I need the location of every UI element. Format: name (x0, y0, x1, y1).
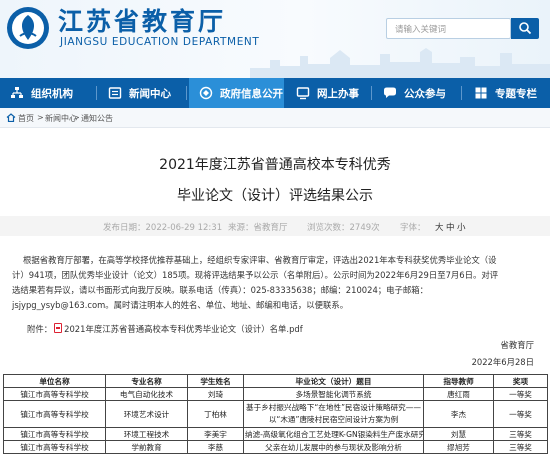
special-topic-icon (475, 87, 487, 99)
font-size-label: 字体： (400, 223, 426, 233)
font-size-small-button[interactable]: 小 (457, 221, 466, 233)
breadcrumb-separator: > (73, 113, 80, 122)
cell-award: 三等奖 (493, 427, 548, 441)
nav-label: 专题专栏 (495, 88, 537, 100)
table-row: 镇江市高等专科学校 环境工程技术 李美宇 纳滤-高级氧化组合工艺处理K-GN银染… (3, 427, 548, 441)
cell-advisor: 李杰 (423, 400, 494, 428)
breadcrumb: 首页 > 新闻中心 > 通知公告 (0, 108, 550, 128)
nav-item-special-topic[interactable]: 专题专栏 (464, 78, 550, 108)
cell-award: 三等奖 (493, 440, 548, 454)
paragraph-line: 选结果若有异议，请以书面形式向我厅反映。联系电话（传真）：025-8333563… (12, 285, 429, 295)
cell-thesis-title: 基于乡村振兴战略下“在地性”民宿设计策略研究——以“木通”唐陵村民宿空间设计方案… (243, 400, 424, 428)
cell-major: 环境艺术设计 (105, 400, 188, 428)
signature-date: 2022年6月28日 (471, 357, 534, 367)
main-nav: 组织机构 新闻中心 政府信息公开 网上办事 公众参与 专题专栏 (0, 78, 550, 108)
column-header: 指导教师 (423, 374, 494, 388)
cell-award: 一等奖 (493, 387, 548, 401)
info-disclosure-icon (199, 86, 213, 100)
cell-major: 电气自动化技术 (105, 387, 188, 401)
news-icon (108, 87, 122, 99)
site-title: 江苏省教育厅 (58, 7, 227, 36)
article-title-line2: 毕业论文（设计）评选结果公示 (177, 188, 373, 204)
article-meta-bar: 发布日期：2022-06-29 12:31 来源：省教育厅 浏览次数：2749次… (0, 216, 550, 236)
paragraph-line: 根据省教育厅部署，在高等学校择优推荐基础上，经组织专家评审、省教育厅审定，评选出… (23, 255, 497, 265)
breadcrumb-home-link[interactable]: 首页 (18, 113, 34, 124)
nav-item-news[interactable]: 新闻中心 (98, 78, 182, 108)
font-size-medium-button[interactable]: 中 (446, 221, 455, 233)
online-service-icon (296, 87, 310, 100)
nav-item-online-service[interactable]: 网上办事 (286, 78, 364, 108)
cell-unit: 镇江市高等专科学校 (3, 440, 106, 454)
column-header: 学生姓名 (187, 374, 244, 388)
nav-item-org[interactable]: 组织机构 (0, 78, 92, 108)
column-header: 单位名称 (3, 374, 106, 388)
breadcrumb-notice-link[interactable]: 通知公告 (81, 113, 113, 124)
search-input[interactable]: 请输入关键词 (386, 18, 511, 39)
search-icon (519, 22, 532, 35)
nav-item-public-participation[interactable]: 公众参与 (373, 78, 455, 108)
table-row: 镇江市高等专科学校 环境艺术设计 丁柏林 基于乡村振兴战略下“在地性”民宿设计策… (3, 400, 548, 428)
org-structure-icon (11, 87, 23, 98)
cell-major: 学前教育 (105, 440, 188, 454)
paragraph-line: jsjypg_ysyb@163.com。属时请注明本人的姓名、单位、地址、邮编和… (12, 300, 349, 310)
nav-divider (461, 86, 462, 100)
signature: 省教育厅 (500, 340, 535, 350)
publish-date: 发布日期：2022-06-29 12:31 (103, 223, 223, 233)
cell-unit: 镇江市高等专科学校 (3, 387, 106, 401)
emblem-logo-icon (7, 7, 49, 49)
results-table: 单位名称 专业名称 学生姓名 毕业论文（设计）题目 指导教师 奖项 镇江市高等专… (3, 374, 548, 454)
nav-divider (186, 86, 187, 100)
font-size-large-button[interactable]: 大 (435, 221, 444, 233)
column-header: 毕业论文（设计）题目 (243, 374, 424, 388)
pdf-file-icon (54, 323, 63, 333)
nav-label: 组织机构 (31, 88, 73, 100)
cell-thesis-title: 多场景智能化调节系统 (243, 387, 424, 401)
cell-thesis-title: 纳滤-高级氧化组合工艺处理K-GN银染料生产废水研究 (243, 427, 424, 441)
nav-label: 网上办事 (317, 88, 359, 100)
paragraph-line: 计）941项，团队优秀毕业设计（论文）185项。现将评选结果予以公示（名单附后）… (12, 270, 499, 280)
public-participation-icon (384, 87, 396, 98)
cell-thesis-title: 父亲在幼儿发展中的参与现状及影响分析 (243, 440, 424, 454)
cell-advisor: 刘慧 (423, 427, 494, 441)
article-source: 来源：省教育厅 (228, 223, 288, 233)
city-skyline-decoration (250, 48, 550, 78)
column-header: 奖项 (493, 374, 548, 388)
cell-student: 李慈 (187, 440, 244, 454)
attachment-link[interactable]: 2021年度江苏省普通高校本专科优秀毕业论文（设计）名单.pdf (64, 324, 303, 334)
search-button[interactable] (511, 18, 539, 39)
nav-label: 政府信息公开 (220, 88, 283, 100)
column-header: 专业名称 (105, 374, 188, 388)
nav-item-info-disclosure[interactable]: 政府信息公开 (189, 78, 284, 108)
nav-divider (96, 86, 97, 100)
site-header: 江苏省教育厅 JIANGSU EDUCATION DEPARTMENT 请输入关… (0, 0, 550, 78)
table-row: 镇江市高等专科学校 学前教育 李慈 父亲在幼儿发展中的参与现状及影响分析 缪旭芳… (3, 440, 548, 454)
cell-advisor: 缪旭芳 (423, 440, 494, 454)
table-header-row: 单位名称 专业名称 学生姓名 毕业论文（设计）题目 指导教师 奖项 (3, 374, 548, 388)
cell-student: 李美宇 (187, 427, 244, 441)
nav-divider (371, 86, 372, 100)
cell-unit: 镇江市高等专科学校 (3, 427, 106, 441)
article-title-line1: 2021年度江苏省普通高校本专科优秀 (159, 157, 391, 173)
cell-major: 环境工程技术 (105, 427, 188, 441)
home-icon (6, 113, 16, 122)
breadcrumb-separator: > (37, 113, 44, 122)
cell-advisor: 唐红雨 (423, 387, 494, 401)
attachment-prefix: 附件： (27, 324, 53, 334)
view-count: 浏览次数：2749次 (307, 223, 380, 233)
nav-label: 新闻中心 (129, 88, 171, 100)
cell-award: 一等奖 (493, 400, 548, 428)
cell-unit: 镇江市高等专科学校 (3, 400, 106, 428)
attachment-row: 附件： 2021年度江苏省普通高校本专科优秀毕业论文（设计）名单.pdf (27, 323, 303, 335)
site-subtitle: JIANGSU EDUCATION DEPARTMENT (60, 36, 260, 48)
cell-student: 刘琦 (187, 387, 244, 401)
table-row: 镇江市高等专科学校 电气自动化技术 刘琦 多场景智能化调节系统 唐红雨 一等奖 (3, 387, 548, 401)
cell-student: 丁柏林 (187, 400, 244, 428)
nav-label: 公众参与 (404, 88, 446, 100)
